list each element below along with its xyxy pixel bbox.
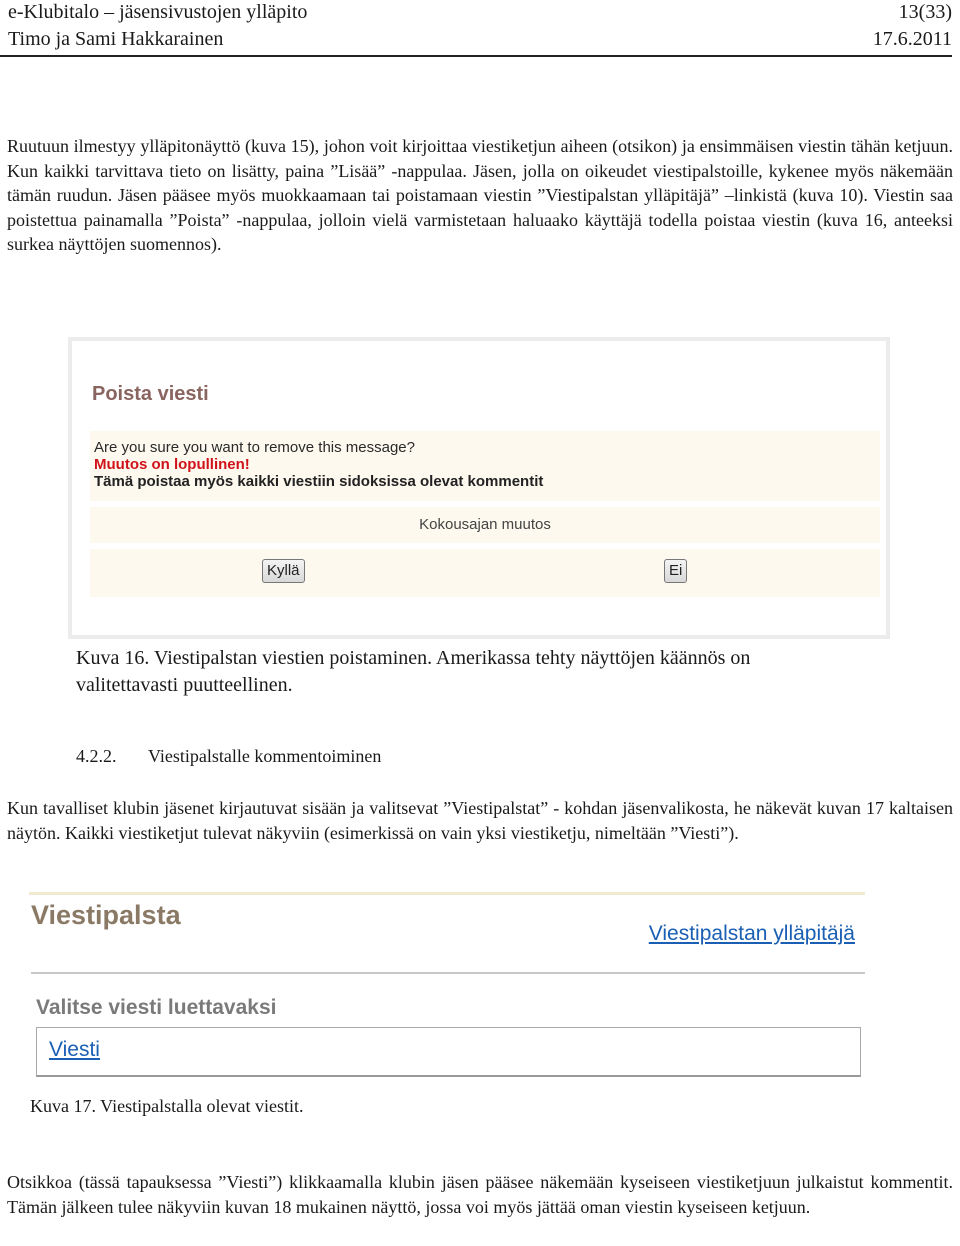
- figure-16-caption: Kuva 16. Viestipalstan viestien poistami…: [76, 645, 896, 699]
- no-button[interactable]: Ei: [664, 559, 688, 583]
- select-message-heading: Valitse viesti luettavaksi: [36, 996, 277, 1019]
- paragraph-text: Ruutuun ilmestyy ylläpitonäyttö (kuva 15…: [7, 136, 953, 254]
- authors: Timo ja Sami Hakkarainen: [8, 28, 224, 50]
- figure-17-message-board-screenshot: Viestipalsta Viestipalstan ylläpitäjä Va…: [29, 892, 867, 1082]
- page-header-row-2: Timo ja Sami Hakkarainen 17.6.2011: [8, 27, 952, 51]
- dialog-title: Poista viesti: [92, 383, 209, 405]
- button-row: Kyllä Ei: [90, 549, 880, 597]
- caption-line-1: Kuva 16. Viestipalstan viestien poistami…: [76, 647, 751, 669]
- confirmation-question: Are you sure you want to remove this mes…: [94, 439, 415, 456]
- figure-16-delete-dialog-screenshot: Poista viesti Are you sure you want to r…: [68, 337, 890, 639]
- body-paragraph-1: Ruutuun ilmestyy ylläpitonäyttö (kuva 15…: [7, 134, 953, 257]
- divider: [31, 972, 865, 974]
- warning-text: Muutos on lopullinen!: [94, 456, 250, 473]
- thread-link[interactable]: Viesti: [49, 1038, 100, 1062]
- paragraph-text: Kun tavalliset klubin jäsenet kirjautuva…: [7, 798, 953, 843]
- board-admin-link[interactable]: Viestipalstan ylläpitäjä: [649, 922, 855, 946]
- section-number: 4.2.2.: [76, 746, 117, 766]
- caption-line-2: valitettavasti puutteellinen.: [76, 674, 293, 696]
- yes-button[interactable]: Kyllä: [262, 559, 305, 583]
- top-accent-line: [29, 892, 865, 895]
- comments-note: Tämä poistaa myös kaikki viestiin sidoks…: [94, 473, 544, 490]
- page-number: 13(33): [898, 1, 952, 23]
- body-paragraph-2: Kun tavalliset klubin jäsenet kirjautuva…: [7, 796, 953, 845]
- thread-list: Viesti: [36, 1027, 861, 1077]
- body-paragraph-3: Otsikkoa (tässä tapauksessa ”Viesti”) kl…: [7, 1170, 953, 1219]
- document-title: e-Klubitalo – jäsensivustojen ylläpito: [8, 1, 308, 23]
- section-heading: 4.2.2. Viestipalstalle kommentoiminen: [76, 746, 381, 767]
- confirmation-message-box: Are you sure you want to remove this mes…: [90, 431, 880, 501]
- page-header-row-1: e-Klubitalo – jäsensivustojen ylläpito 1…: [8, 0, 952, 24]
- board-title: Viestipalsta: [31, 900, 181, 930]
- section-title: Viestipalstalle kommentoiminen: [148, 746, 382, 766]
- paragraph-text: Otsikkoa (tässä tapauksessa ”Viesti”) kl…: [7, 1172, 953, 1217]
- document-date: 17.6.2011: [872, 28, 952, 50]
- header-divider: [0, 55, 952, 57]
- figure-17-caption: Kuva 17. Viestipalstalla olevat viestit.: [30, 1096, 304, 1116]
- message-title: Kokousajan muutos: [90, 507, 880, 543]
